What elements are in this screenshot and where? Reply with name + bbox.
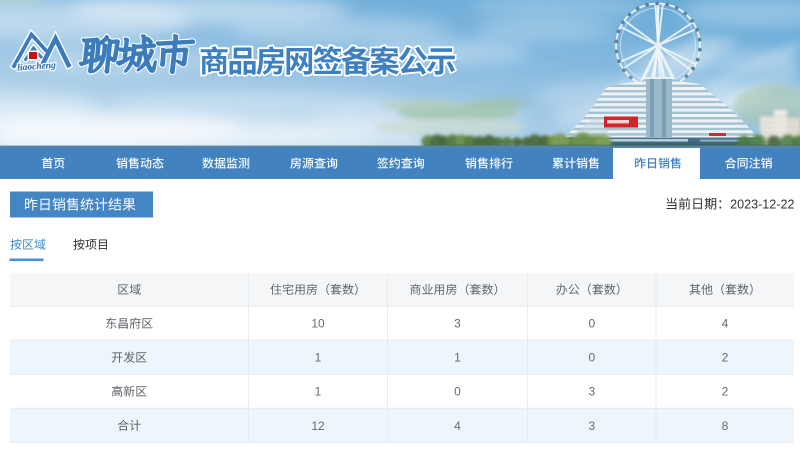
- svg-text:2: 2: [722, 351, 729, 365]
- svg-text:1: 1: [315, 385, 322, 399]
- svg-text:4: 4: [722, 317, 729, 331]
- svg-text:1: 1: [454, 351, 461, 365]
- svg-text:3: 3: [588, 385, 595, 399]
- svg-text:1: 1: [315, 351, 322, 365]
- svg-text:4: 4: [454, 419, 461, 433]
- svg-text:8: 8: [722, 419, 729, 433]
- svg-text:12: 12: [311, 419, 325, 433]
- svg-text:0: 0: [588, 351, 595, 365]
- svg-text:10: 10: [311, 317, 325, 331]
- svg-text:3: 3: [454, 317, 461, 331]
- svg-text:2: 2: [722, 385, 729, 399]
- svg-text:3: 3: [588, 419, 595, 433]
- svg-text:2023-12-22: 2023-12-22: [730, 198, 794, 212]
- svg-text:0: 0: [588, 317, 595, 331]
- svg-text:0: 0: [454, 385, 461, 399]
